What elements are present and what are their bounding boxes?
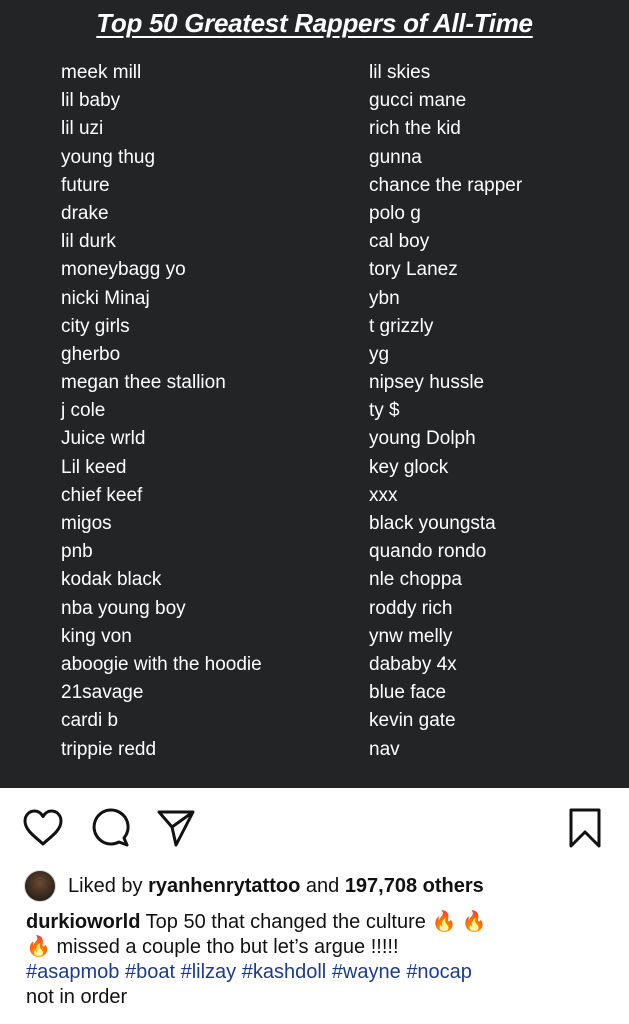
rapper-name: drake — [61, 202, 109, 224]
hashtag-link[interactable]: #boat — [125, 961, 175, 983]
rapper-name: quando rondo — [369, 541, 487, 563]
rapper-name: lil durk — [61, 231, 116, 253]
rapper-name: key glock — [369, 456, 449, 478]
rapper-name: gherbo — [61, 343, 121, 365]
rapper-name: lil skies — [369, 62, 431, 83]
rapper-name: young Dolph — [369, 428, 476, 450]
rapper-name: chance the rapper — [369, 174, 523, 196]
rapper-name: dababy 4x — [369, 653, 457, 675]
rapper-name: nav — [369, 738, 400, 760]
rapper-name: ybn — [369, 287, 400, 309]
rapper-name: tory Lanez — [369, 259, 458, 281]
rapper-name: trippie redd — [61, 738, 157, 760]
rapper-name: ty $ — [369, 400, 400, 422]
action-bar — [0, 800, 629, 856]
rapper-name: kodak black — [61, 569, 162, 591]
rapper-name: moneybagg yo — [61, 259, 186, 281]
rapper-name: pnb — [61, 541, 93, 563]
liker-username[interactable]: ryanhenrytattoo — [148, 875, 300, 898]
avatar[interactable] — [24, 870, 56, 902]
rapper-name: nba young boy — [61, 597, 186, 619]
caption-text-line2: missed a couple tho but let’s argue !!!!… — [56, 936, 399, 958]
rapper-name: nicki Minaj — [61, 287, 150, 309]
hashtag-link[interactable]: #kashdoll — [242, 961, 327, 983]
likes-count[interactable]: 197,708 others — [345, 875, 484, 898]
comment-icon — [92, 808, 130, 847]
rapper-name: Juice wrld — [61, 428, 146, 450]
rapper-name: megan thee stallion — [61, 372, 226, 394]
likes-row: Liked by ryanhenrytattoo and 197,708 oth… — [24, 870, 484, 902]
rapper-name: ynw melly — [369, 625, 453, 647]
rapper-name: cardi b — [61, 710, 119, 732]
comment-button[interactable] — [90, 808, 130, 848]
caption-trailing: not in order — [26, 986, 128, 1008]
caption: durkioworld Top 50 that changed the cult… — [26, 910, 616, 1010]
rapper-name: xxx — [369, 484, 398, 506]
hashtag-link[interactable]: #asapmob — [26, 961, 119, 983]
hashtag-list: #asapmob #boat #lilzay #kashdoll #wayne … — [26, 960, 616, 985]
save-button[interactable] — [565, 808, 605, 848]
heart-icon — [23, 809, 63, 846]
rapper-name: gunna — [369, 146, 422, 168]
rapper-name: migos — [61, 513, 112, 534]
rapper-list-left: meek mill lil baby lil uzi young thug future… — [61, 59, 262, 764]
likes-prefix: Liked by — [68, 874, 143, 897]
post-title: Top 50 Greatest Rappers of All-Time — [96, 8, 533, 38]
fire-icon: 🔥 — [26, 936, 51, 958]
rapper-name: chief keef — [61, 484, 143, 506]
rapper-name: rich the kid — [369, 118, 461, 140]
rapper-name: king von — [61, 625, 132, 647]
rapper-name: lil baby — [61, 90, 121, 112]
post-image[interactable]: Top 50 Greatest Rappers of All-Time meek… — [0, 0, 629, 788]
hashtag-link[interactable]: #nocap — [406, 961, 472, 983]
rapper-name: cal boy — [369, 231, 430, 253]
like-button[interactable] — [23, 808, 63, 848]
rapper-name: t grizzly — [369, 315, 434, 337]
likes-conjunction: and — [305, 874, 340, 897]
rapper-name: 21savage — [61, 682, 144, 704]
hashtag-link[interactable]: #lilzay — [181, 961, 237, 983]
rapper-name: kevin gate — [369, 710, 456, 732]
rapper-name: meek mill — [61, 62, 142, 83]
rapper-name: polo g — [369, 202, 421, 224]
rapper-name: lil uzi — [61, 118, 104, 140]
rapper-name: roddy rich — [369, 597, 453, 619]
rapper-name: gucci mane — [369, 90, 467, 112]
rapper-name: black youngsta — [369, 513, 496, 534]
bookmark-icon — [569, 808, 601, 848]
caption-username[interactable]: durkioworld — [26, 911, 140, 933]
share-button[interactable] — [156, 808, 196, 848]
rapper-name: young thug — [61, 146, 156, 168]
fire-icon: 🔥 — [431, 911, 457, 933]
rapper-name: j cole — [61, 400, 106, 422]
rapper-name: aboogie with the hoodie — [61, 653, 262, 675]
rapper-name: future — [61, 174, 110, 196]
rapper-name: Lil keed — [61, 456, 127, 478]
rapper-name: blue face — [369, 682, 447, 704]
rapper-name: nle choppa — [369, 569, 462, 591]
rapper-name: city girls — [61, 315, 130, 337]
rapper-name: nipsey hussle — [369, 372, 485, 394]
hashtag-link[interactable]: #wayne — [332, 961, 401, 983]
fire-icon: 🔥 — [461, 911, 487, 933]
rapper-name: yg — [369, 343, 390, 365]
share-icon — [157, 810, 195, 847]
rapper-list-right: lil skies gucci mane rich the kid gunna chan… — [369, 59, 522, 764]
caption-text-line1: Top 50 that changed the culture — [145, 911, 426, 933]
